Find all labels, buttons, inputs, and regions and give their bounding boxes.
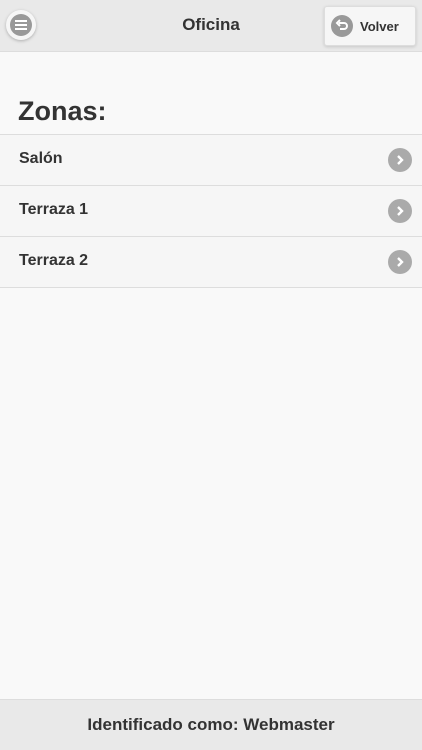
back-button[interactable]: Volver [324, 6, 416, 46]
zone-item-terraza-1[interactable]: Terraza 1 [0, 186, 422, 237]
zone-item-label: Terraza 2 [19, 252, 89, 269]
zone-item-label: Salón [19, 150, 63, 167]
zone-item-terraza-2[interactable]: Terraza 2 [0, 237, 422, 288]
footer-bar: Identificado como: Webmaster [0, 699, 422, 750]
chevron-right-icon [388, 148, 412, 172]
header-bar: Oficina Volver [0, 0, 422, 52]
logged-in-as-text: Identificado como: Webmaster [87, 715, 335, 734]
zone-list: Salón Terraza 1 Terraza 2 [0, 134, 422, 288]
back-arrow-icon [331, 15, 353, 37]
zone-item-label: Terraza 1 [19, 201, 89, 218]
section-title: Zonas: [18, 96, 107, 126]
back-button-label: Volver [360, 18, 399, 34]
zone-item-salon[interactable]: Salón [0, 135, 422, 186]
chevron-right-icon [388, 250, 412, 274]
chevron-right-icon [388, 199, 412, 223]
